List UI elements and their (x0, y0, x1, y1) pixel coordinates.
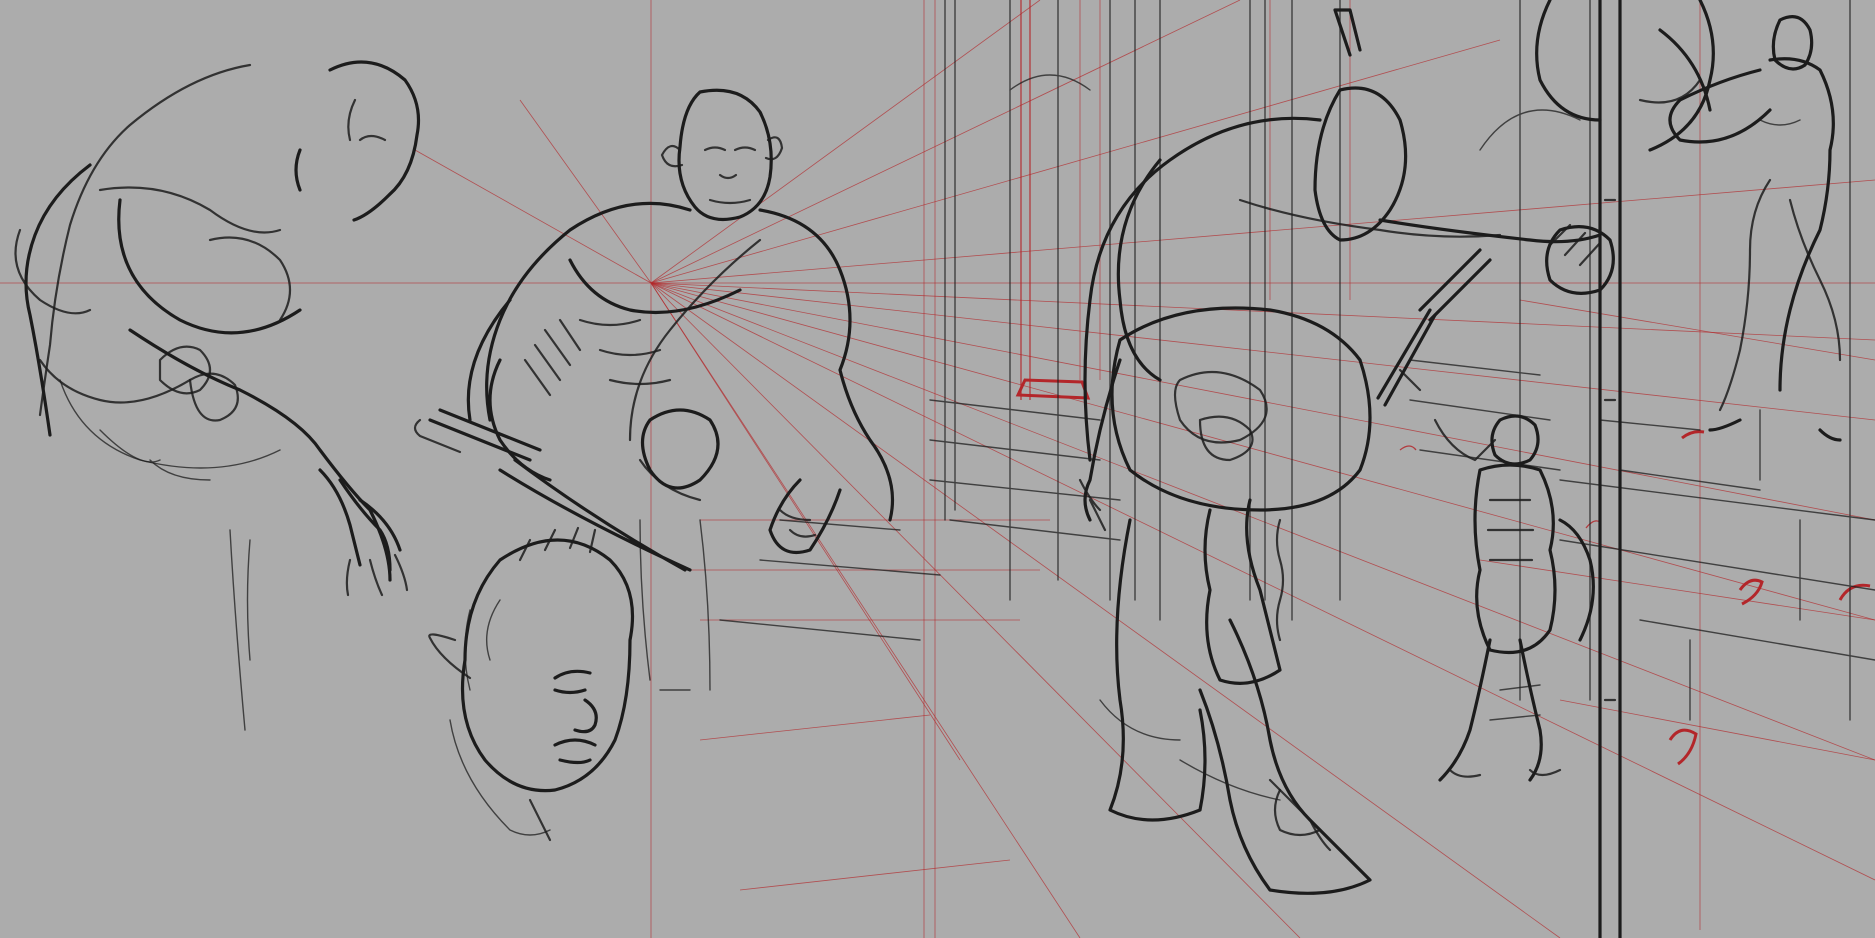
sketch-canvas (0, 0, 1875, 938)
canvas-background (0, 0, 1875, 938)
